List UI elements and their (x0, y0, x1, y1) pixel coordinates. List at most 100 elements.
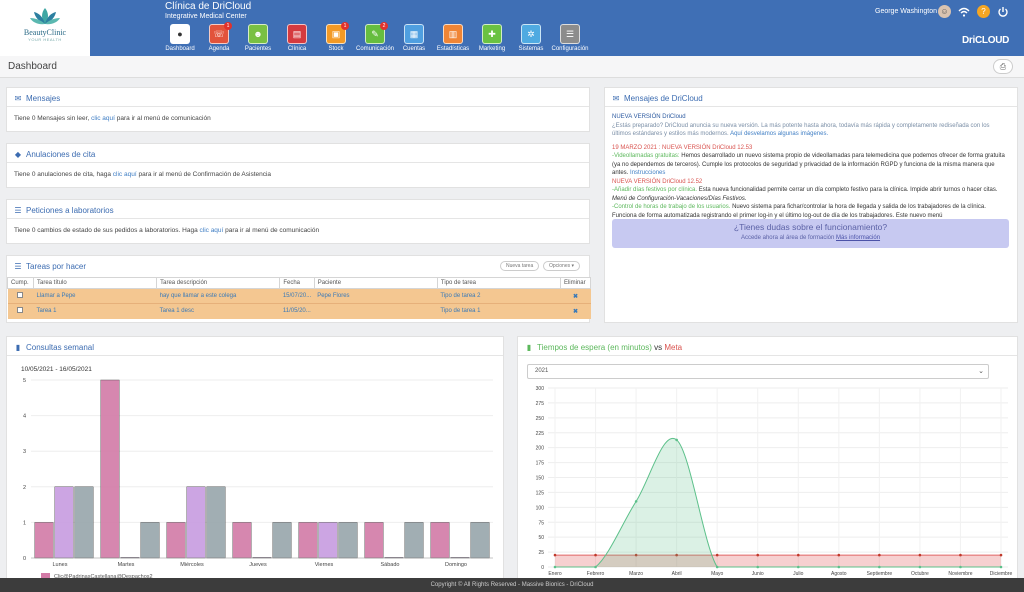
x-tick-label: Diciembre (990, 571, 1013, 577)
y-tick-label: 1 (23, 520, 26, 526)
wait-times-chart: 0 25 50 75 100 125 150 175 200 225 250 275 300 Enero F… (536, 386, 1013, 577)
weekly-consultations-header: ▮ Consultas semanal (7, 337, 503, 356)
x-tick-label: Domingo (445, 562, 467, 568)
options-button[interactable]: Opciones ▾ (543, 261, 581, 271)
notification-badge: 1 (224, 22, 232, 30)
version-1-feature: -Videollamadas gratuitas: (612, 153, 680, 159)
gear-icon: ✲ (521, 24, 541, 44)
help-link[interactable]: Más información (836, 235, 880, 241)
messages-panel-title: Mensajes (26, 94, 61, 103)
col-header-date[interactable]: Fecha (279, 277, 315, 289)
meta-point (796, 553, 800, 557)
share-icon: ✚ (482, 24, 502, 44)
help-icon[interactable]: ? (977, 5, 990, 18)
help-banner[interactable]: ¿Tienes dudas sobre el funcionamiento? A… (612, 219, 1009, 248)
col-header-done[interactable]: Cump. (7, 277, 34, 289)
table-row[interactable]: Llamar a Pepe hay que llamar a este cole… (7, 288, 591, 304)
cancellations-panel-title: Anulaciones de cita (26, 150, 96, 159)
box-icon: ▣ 1 (326, 22, 349, 44)
y-tick-label: 0 (541, 565, 544, 571)
task-date: 15/07/20... (279, 288, 315, 304)
x-tick-label: Abril (672, 571, 682, 577)
lab-requests-link[interactable]: clic aquí (200, 227, 224, 234)
tasks-panel: ☰ Tareas por hacer Nueva tarea Opciones ▾… (6, 255, 592, 323)
clipboard-icon: ▤ (287, 24, 307, 44)
y-tick-label: 0 (23, 556, 26, 562)
weekly-consultations-chart: 10/05/2021 - 16/05/2021 0 1 2 3 4 5 Lunes Martes… (21, 366, 493, 580)
bar (470, 522, 490, 559)
x-tick-label: Miércoles (180, 562, 204, 568)
y-tick-label: 175 (536, 461, 545, 467)
module-10[interactable]: ☰ Configuración (546, 24, 594, 54)
task-date: 11/05/20... (279, 303, 315, 319)
x-tick-label: Mayo (711, 571, 723, 577)
messages-link[interactable]: clic aquí (91, 115, 115, 122)
table-row[interactable]: Tarea 1 Tarea 1 desc 11/05/20... Tipo de… (7, 303, 591, 319)
col-header-patient[interactable]: Paciente (313, 277, 438, 289)
brand-logo[interactable]: BeautyClinic YOUR HEALTH (0, 0, 90, 56)
task-done-checkbox[interactable] (7, 288, 34, 304)
tasks-table: Cump. Tarea título Tarea descripción Fec… (7, 277, 592, 319)
footer: Copyright © All Rights Reserved - Massiv… (0, 578, 1024, 592)
brand-name: BeautyClinic (23, 28, 67, 37)
messages-text: Tiene 0 Mensajes sin leer, (14, 115, 90, 122)
user-avatar-icon[interactable]: ☺ (938, 5, 951, 18)
meta-point (918, 553, 922, 557)
messages-text-after: para ir al menú de comunicación (116, 115, 211, 122)
tasks-table-header: Cump. Tarea título Tarea descripción Fec… (7, 277, 592, 289)
col-header-description[interactable]: Tarea descripción (156, 277, 281, 289)
version-2-feature-2: -Control de horas de trabajo de los usua… (612, 204, 731, 210)
power-icon[interactable] (996, 5, 1009, 18)
col-header-delete[interactable]: Eliminar (559, 277, 592, 289)
envelope-icon: ✉ (14, 94, 22, 103)
print-button[interactable]: ⎙ (993, 59, 1013, 74)
chart-subtitle: 10/05/2021 - 16/05/2021 (21, 366, 92, 373)
task-patient[interactable]: Pepe Flores (314, 288, 438, 304)
x-tick-label: Sábado (381, 562, 400, 568)
y-tick-label: 275 (536, 401, 545, 407)
wait-point (999, 565, 1003, 569)
version-1-link[interactable]: Instrucciones (630, 170, 665, 176)
wait-times-goal: Meta (664, 343, 683, 352)
col-header-task-type[interactable]: Tipo de tarea (436, 277, 561, 289)
col-header-title[interactable]: Tarea título (32, 277, 158, 289)
task-type: Tipo de tarea 1 (437, 303, 561, 319)
lab-requests-text: Tiene 0 cambios de estado de sus pedidos… (14, 227, 198, 234)
task-patient[interactable] (314, 303, 438, 319)
x-tick-label: Octubre (911, 571, 929, 577)
y-tick-label: 2 (23, 485, 26, 491)
y-tick-label: 250 (536, 416, 545, 422)
cancellations-panel-header: ◆ Anulaciones de cita (7, 144, 589, 163)
meta-point (715, 553, 719, 557)
delete-icon[interactable]: ✖ (560, 303, 591, 319)
cancellations-link[interactable]: clic aquí (113, 171, 137, 178)
bar (338, 522, 358, 559)
x-tick-label: Jueves (249, 562, 267, 568)
phone-icon: ☏ 1 (209, 22, 232, 44)
tasks-panel-title: Tareas por hacer (26, 262, 87, 271)
year-select[interactable]: 2021 ⌄ (527, 364, 989, 379)
task-done-checkbox[interactable] (7, 303, 34, 319)
wait-times-header: ▮ Tiempos de espera (en minutos) vs Meta (518, 337, 1017, 356)
version-2-feature-1: -Añadir días festivos por clínica. (612, 187, 698, 193)
cancellations-text: Tiene 0 anulaciones de cita, haga (14, 171, 111, 178)
bar (364, 522, 384, 559)
news-intro-link[interactable]: Aquí desvelamos algunas imágenes. (730, 131, 828, 137)
clinic-name[interactable]: Clínica de DriCloud (165, 1, 251, 12)
delete-icon[interactable]: ✖ (560, 288, 591, 304)
version-2-menu-path: Menú de Configuración-Vacaciones/Días Fe… (612, 195, 747, 202)
x-tick-label: Febrero (587, 571, 605, 577)
task-description: Tarea 1 desc (156, 303, 280, 319)
cancellations-text-after: para ir al menú de Confirmación de Asist… (138, 171, 272, 178)
bar (140, 522, 160, 559)
task-title[interactable]: Tarea 1 (33, 303, 157, 319)
cancellations-panel-body: Tiene 0 anulaciones de cita, haga clic a… (7, 163, 589, 186)
lotus-icon (30, 8, 60, 25)
wait-point (553, 565, 557, 569)
task-title[interactable]: Llamar a Pepe (33, 288, 157, 304)
messages-panel-header: ✉ Mensajes (7, 88, 589, 107)
user-name[interactable]: George Washington (875, 8, 937, 15)
x-tick-label: Junio (752, 571, 764, 577)
wait-times-vs: vs (654, 343, 663, 352)
new-task-button[interactable]: Nueva tarea (500, 261, 540, 271)
